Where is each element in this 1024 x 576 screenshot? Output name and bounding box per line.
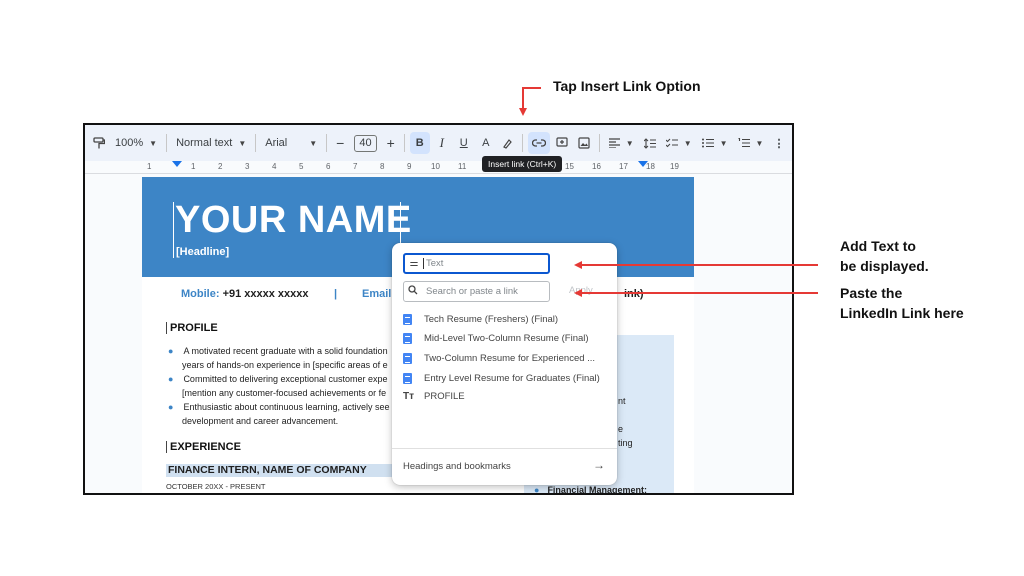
annotation-arrows [519,87,818,297]
arrow-to-link-button [519,87,541,116]
